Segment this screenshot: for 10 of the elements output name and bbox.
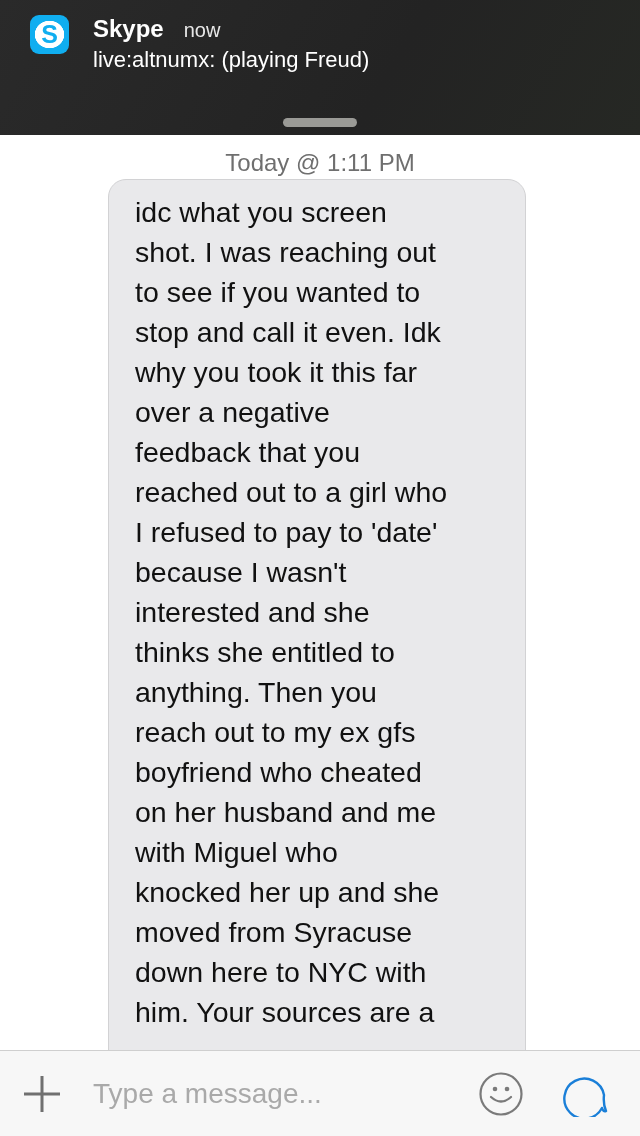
message-text: idc what you screen shot. I was reaching out to see if you wanted to stop and call it even. Idk why you took it this far over a negative feedback that you reached out to a girl who I refused to pay to 'date' because I wasn't interested and she thinks she entitled to anything. Then you reach out to my ex gfs boyfriend who cheated on her husband and me with Miguel who knocked her up and she moved from Syracuse down here to NYC with him. Your sources are a bbox=[135, 195, 449, 1030]
notification-message: live:altnumx: (playing Freud) bbox=[93, 47, 370, 73]
notification-banner[interactable]: S Skype now live:altnumx: (playing Freud) bbox=[0, 0, 640, 135]
app-icon: S bbox=[30, 15, 69, 54]
notification-time: now bbox=[183, 19, 221, 42]
message-timestamp: Today @ 1:11 PM bbox=[225, 148, 415, 177]
smiley-icon[interactable] bbox=[479, 1071, 523, 1116]
plus-icon[interactable] bbox=[22, 1073, 62, 1114]
app-name: Skype bbox=[93, 15, 164, 43]
drag-handle[interactable] bbox=[283, 118, 357, 127]
